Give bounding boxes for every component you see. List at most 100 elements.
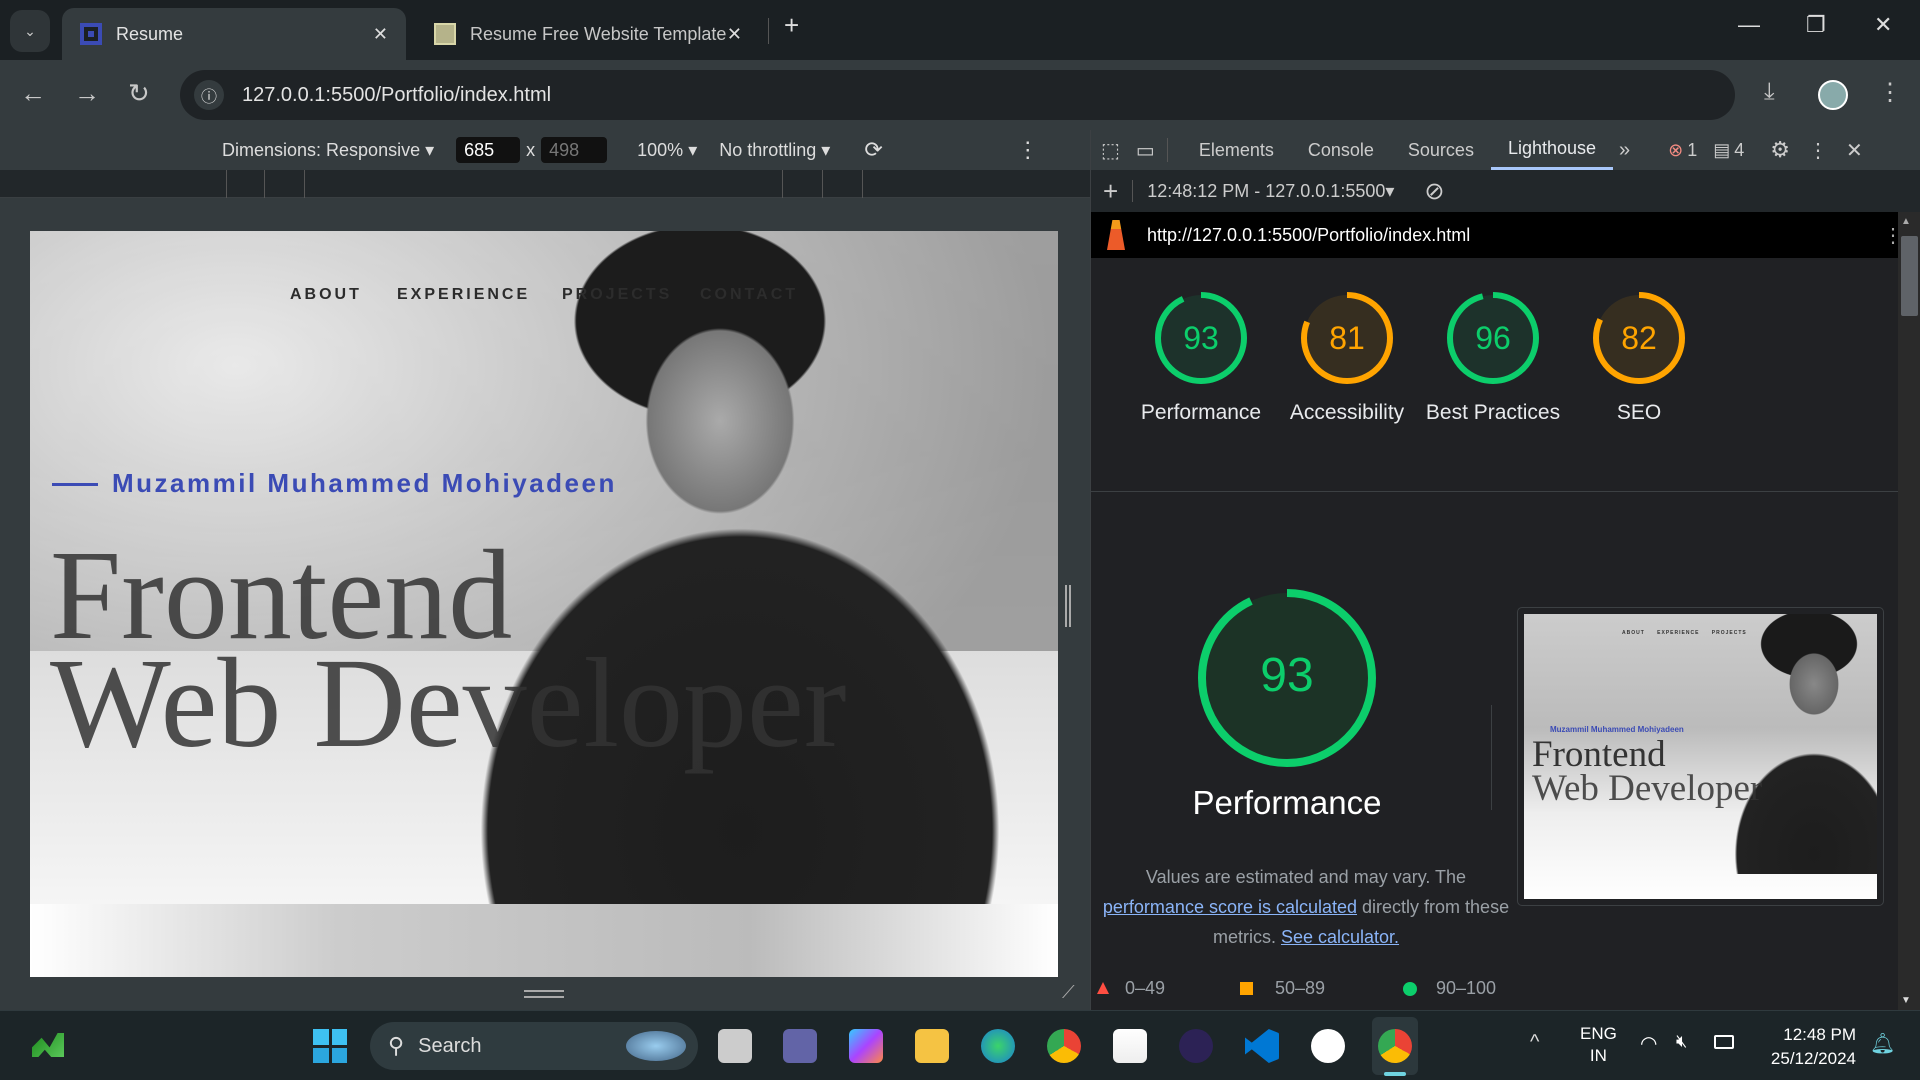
close-tab-icon[interactable]: ✕ — [727, 24, 742, 45]
time: 12:48 PM — [1783, 1025, 1856, 1044]
github-desktop-icon[interactable] — [1311, 1029, 1345, 1063]
tab-lighthouse[interactable]: Lighthouse — [1490, 130, 1614, 170]
site-favicon-icon — [80, 23, 102, 45]
microsoft-store-icon[interactable] — [1113, 1029, 1147, 1063]
eclipse-icon[interactable] — [1179, 1029, 1213, 1063]
average-square-icon — [1240, 982, 1253, 995]
url-text: 127.0.0.1:5500/Portfolio/index.html — [242, 83, 552, 106]
edge-icon[interactable] — [981, 1029, 1015, 1063]
nav-experience[interactable]: EXPERIENCE — [397, 286, 530, 304]
viewport-resize-handle-right[interactable] — [1065, 585, 1071, 627]
inspect-element-icon[interactable]: ⬚ — [1101, 138, 1120, 163]
reload-button[interactable]: ↻ — [128, 78, 150, 109]
media-query-ruler[interactable] — [0, 170, 1090, 198]
back-button[interactable]: ← — [20, 78, 46, 109]
score-gauge-best-practices[interactable]: 96 Best Practices — [1420, 288, 1566, 428]
see-calculator-link[interactable]: See calculator. — [1281, 927, 1399, 947]
dimensions-dropdown[interactable]: Dimensions: Responsive ▾ — [222, 140, 434, 161]
gauge-ring: 93 — [1155, 292, 1247, 384]
nav-projects[interactable]: PROJECTS — [562, 286, 672, 304]
tab-search-button[interactable]: ⌄ — [10, 10, 50, 52]
download-icon[interactable]: ⤓ — [1764, 78, 1775, 106]
dimensions-label: Dimensions: Responsive — [222, 139, 421, 160]
language-indicator[interactable]: ENG IN — [1580, 1023, 1617, 1067]
hero-fade — [30, 904, 1058, 977]
thumb-nav-item: PROJECTS — [1711, 630, 1747, 636]
close-tab-icon[interactable]: ✕ — [373, 24, 388, 45]
close-window-button[interactable]: ✕ — [1874, 12, 1892, 38]
copilot-icon[interactable] — [849, 1029, 883, 1063]
site-info-icon[interactable]: ⓘ — [194, 80, 224, 110]
message-icon[interactable]: ▤ — [1713, 140, 1730, 161]
vscode-icon[interactable] — [1245, 1029, 1279, 1063]
restore-button[interactable]: ❐ — [1806, 12, 1826, 38]
tab-title: Resume — [116, 23, 184, 44]
score-legend: 0–49 50–89 90–100 — [1097, 978, 1517, 1002]
score-calculated-link[interactable]: performance score is calculated — [1103, 897, 1357, 917]
report-scrollbar[interactable]: ▲ ▼ — [1898, 212, 1920, 1010]
error-count: 1 — [1687, 139, 1698, 160]
throttling-dropdown[interactable]: No throttling ▾ — [719, 140, 830, 161]
thumb-nav-item: ABOUT — [1622, 630, 1645, 636]
nav-about[interactable]: ABOUT — [290, 286, 362, 304]
zoom-dropdown[interactable]: 100% ▾ — [637, 140, 697, 161]
score-gauge-seo[interactable]: 82 SEO — [1566, 288, 1712, 428]
tab-sources[interactable]: Sources — [1391, 130, 1491, 170]
viewport-resize-handle-bottom[interactable] — [524, 990, 564, 998]
rotate-icon[interactable]: ⟳ — [864, 137, 882, 163]
score-description-line-3: metrics. See calculator. — [1091, 922, 1521, 952]
battery-icon[interactable] — [1714, 1035, 1734, 1049]
nav-contact[interactable]: CONTACT — [700, 286, 798, 304]
clear-reports-icon[interactable]: ⊘ — [1424, 177, 1444, 206]
teams-icon[interactable] — [783, 1029, 817, 1063]
chrome-profile-icon[interactable] — [1378, 1029, 1412, 1063]
region-code: IN — [1589, 1046, 1607, 1065]
show-hidden-icons[interactable]: ^ — [1530, 1031, 1539, 1054]
gauge-score: 96 — [1475, 320, 1511, 356]
address-bar[interactable]: ⓘ 127.0.0.1:5500/Portfolio/index.html — [180, 70, 1735, 120]
volume-muted-icon[interactable]: 🔇︎ — [1676, 1031, 1687, 1052]
tab-console[interactable]: Console — [1291, 130, 1391, 170]
clock[interactable]: 12:48 PM 25/12/2024 — [1760, 1023, 1856, 1071]
legend-fail: 0–49 — [1125, 978, 1166, 998]
device-toolbar-menu-icon[interactable]: ⋮ — [1017, 137, 1039, 163]
width-input[interactable]: 685 — [456, 137, 521, 163]
nvidia-app-icon[interactable] — [32, 1033, 64, 1057]
chrome-icon[interactable] — [1047, 1029, 1081, 1063]
settings-gear-icon[interactable]: ⚙ — [1770, 137, 1790, 163]
menu-icon[interactable]: ⋮ — [1878, 78, 1902, 107]
error-icon[interactable]: ⊗ — [1668, 140, 1683, 161]
score-gauge-accessibility[interactable]: 81 Accessibility — [1274, 288, 1420, 428]
windows-start-icon[interactable] — [313, 1029, 347, 1063]
tab-resume-template[interactable]: Resume Free Website Template ✕ — [416, 8, 760, 60]
legend-average: 50–89 — [1275, 978, 1326, 998]
scrollbar-thumb[interactable] — [1901, 236, 1918, 316]
tab-title: Resume Free Website Template — [470, 23, 727, 44]
new-report-icon[interactable]: + — [1103, 176, 1118, 207]
tab-elements[interactable]: Elements — [1182, 130, 1291, 170]
report-selector[interactable]: 12:48:12 PM - 127.0.0.1:5500▾ — [1147, 181, 1394, 202]
new-tab-button[interactable]: + — [784, 10, 799, 41]
close-devtools-icon[interactable]: ✕ — [1846, 138, 1863, 163]
device-toggle-icon[interactable]: ▭ — [1136, 138, 1155, 163]
task-view-icon[interactable] — [718, 1029, 752, 1063]
more-tabs-icon[interactable]: » — [1619, 139, 1630, 162]
report-url[interactable]: http://127.0.0.1:5500/Portfolio/index.ht… — [1147, 225, 1470, 246]
thumb-nav-item: EXPERIENCE — [1657, 630, 1700, 636]
file-explorer-icon[interactable] — [915, 1029, 949, 1063]
taskbar-search[interactable]: ⚲ Search — [370, 1022, 698, 1070]
name-accent-line — [52, 483, 98, 486]
gauge-ring: 96 — [1447, 292, 1539, 384]
forward-button[interactable]: → — [74, 78, 100, 109]
gauge-label: SEO — [1616, 401, 1662, 424]
tab-resume[interactable]: Resume ✕ — [62, 8, 406, 60]
corner-resize-handle[interactable]: ⟋ — [1062, 982, 1075, 1003]
minimize-button[interactable]: — — [1738, 12, 1760, 38]
wifi-icon[interactable]: ◠ — [1640, 1031, 1657, 1056]
notification-bell-icon[interactable]: 🔔︎ — [1870, 1031, 1895, 1056]
big-gauge-score: 93 — [1260, 649, 1314, 702]
devtools-menu-icon[interactable]: ⋮ — [1808, 138, 1828, 163]
height-input[interactable]: 498 — [541, 137, 608, 163]
score-gauge-performance[interactable]: 93 Performance — [1128, 288, 1274, 428]
profile-avatar[interactable] — [1818, 80, 1848, 110]
